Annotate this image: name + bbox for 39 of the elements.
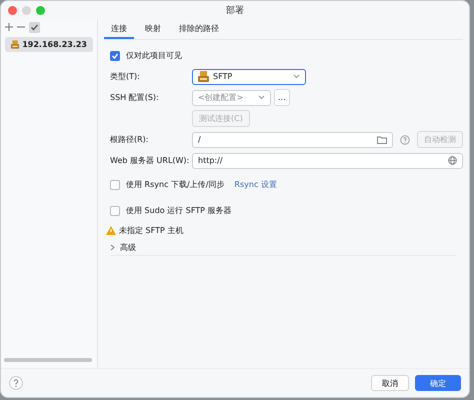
tab[interactable]: 映射 (138, 19, 168, 39)
more-button[interactable]: ... (274, 89, 290, 106)
web-url-field[interactable]: http:// (192, 152, 463, 168)
rsync-settings-link[interactable]: Rsync 设置 (234, 179, 277, 190)
checkbox-label: 仅对此项目可见 (126, 50, 182, 61)
advanced-expander[interactable]: 高级 (110, 242, 136, 252)
checkbox-label: 使用 Rsync 下载/上传/同步 (126, 179, 224, 190)
tab[interactable]: 排除的路径 (172, 19, 226, 39)
sftp-icon (198, 71, 209, 82)
chevron-icon (110, 244, 115, 250)
checkbox-label: 使用 Sudo 运行 SFTP 服务器 (126, 205, 232, 216)
field-label: 类型(T): (110, 71, 141, 82)
server-item[interactable]: 192.168.23.23 (5, 37, 93, 52)
field-label: Web 服务器 URL(W): (110, 155, 190, 166)
checkmark-icon[interactable] (29, 22, 40, 32)
close-button[interactable] (8, 6, 17, 14)
root-path-field[interactable]: / (192, 132, 393, 148)
zoom-button[interactable] (36, 6, 45, 14)
warning-message: 未指定 SFTP 主机 (119, 224, 184, 236)
server-icon (11, 39, 20, 50)
globe-icon (448, 156, 457, 165)
field-label: 根路径(R): (110, 134, 150, 145)
tab[interactable]: 连接 (104, 19, 134, 39)
field-label: SSH 配置(S): (110, 92, 160, 103)
add-icon[interactable] (5, 23, 13, 31)
help-icon[interactable] (9, 376, 23, 390)
window-title: 部署 (226, 6, 244, 16)
checkbox[interactable] (110, 180, 120, 190)
type-dropdown[interactable]: SFTP (192, 68, 306, 84)
checkbox[interactable] (110, 206, 120, 216)
warning-icon (106, 226, 116, 234)
folder-icon[interactable] (377, 136, 387, 144)
ok-button[interactable]: 确定 (415, 375, 461, 391)
help-icon[interactable] (400, 134, 410, 144)
chevron-down-icon (258, 95, 265, 100)
chevron-down-icon (293, 74, 300, 79)
scrollbar[interactable] (4, 358, 92, 362)
cancel-button[interactable]: 取消 (371, 375, 409, 391)
checkbox[interactable] (110, 50, 120, 60)
